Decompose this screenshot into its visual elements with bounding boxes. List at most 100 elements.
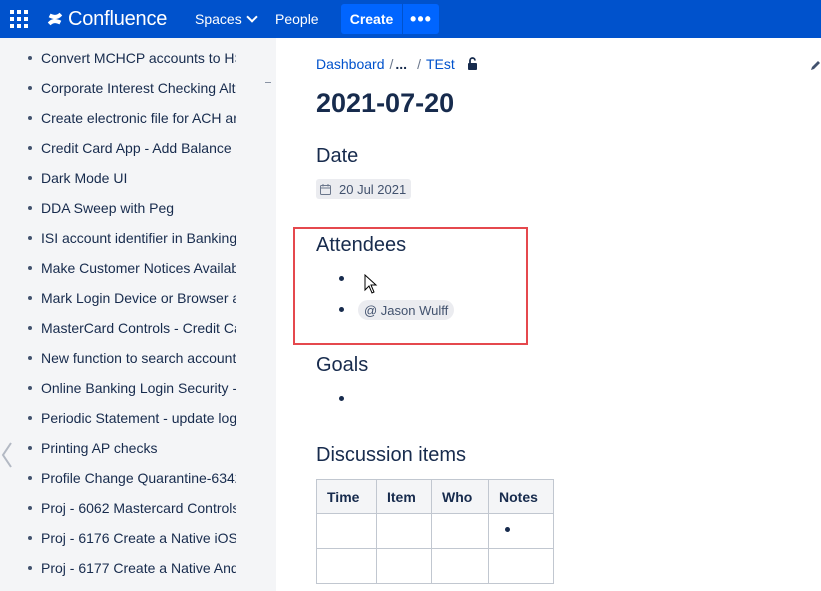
page-tree-item-label[interactable]: Dark Mode UI bbox=[41, 169, 236, 187]
page-tree-item-label[interactable]: Online Banking Login Security - bbox=[41, 379, 236, 397]
confluence-logo[interactable]: Confluence bbox=[46, 7, 167, 31]
page-tree-item[interactable]: Proj - 6177 Create a Native And bbox=[0, 559, 276, 589]
bullet-icon bbox=[28, 536, 32, 540]
page-tree-item-label[interactable]: Mark Login Device or Browser a bbox=[41, 289, 236, 307]
table-row bbox=[316, 513, 554, 549]
bullet-icon bbox=[28, 296, 32, 300]
page-tree-item[interactable]: MasterCard Controls - Credit Ca bbox=[0, 319, 276, 349]
bullet-icon bbox=[28, 476, 32, 480]
breadcrumb: Dashboard / ... / TEst bbox=[316, 56, 479, 72]
create-more-button[interactable]: ••• bbox=[403, 4, 439, 34]
page-tree-item[interactable]: Printing AP checks bbox=[0, 439, 276, 469]
goals-heading: Goals bbox=[316, 354, 369, 376]
page-tree-item[interactable]: Periodic Statement - update log bbox=[0, 409, 276, 439]
bullet-icon bbox=[28, 176, 32, 180]
page-tree-item[interactable]: Online Banking Login Security - bbox=[0, 379, 276, 409]
page-tree-item-label[interactable]: Create electronic file for ACH ar bbox=[41, 109, 236, 127]
page-tree-item-label[interactable]: Make Customer Notices Availab bbox=[41, 259, 236, 277]
goals-bullet[interactable] bbox=[339, 396, 344, 401]
page-tree-item[interactable]: Proj - 6062 Mastercard Controls bbox=[0, 499, 276, 529]
page-tree-item-label[interactable]: Proj - 6177 Create a Native And bbox=[41, 559, 236, 577]
breadcrumb-ellipsis[interactable]: ... bbox=[395, 56, 407, 72]
people-link[interactable]: People bbox=[275, 11, 319, 27]
page-tree-item-label[interactable]: Profile Change Quarantine-6342 bbox=[41, 469, 236, 487]
app-switcher-icon[interactable] bbox=[10, 10, 28, 28]
table-cell[interactable] bbox=[431, 548, 489, 584]
page-tree-item-label[interactable]: Convert MCHCP accounts to HS bbox=[41, 49, 236, 67]
table-cell[interactable] bbox=[431, 513, 489, 549]
page-tree-item[interactable]: Make Customer Notices Availab bbox=[0, 259, 276, 289]
page-tree-item-label[interactable]: Corporate Interest Checking Alt bbox=[41, 79, 236, 97]
date-heading: Date bbox=[316, 145, 359, 167]
page-tree-item[interactable]: Dark Mode UI bbox=[0, 169, 276, 199]
page-tree-item-label[interactable]: Periodic Statement - update log bbox=[41, 409, 236, 427]
discussion-table: Time Item Who Notes bbox=[316, 479, 554, 584]
bullet-icon bbox=[28, 326, 32, 330]
page-tree-list: Convert MCHCP accounts to HS Corporate I… bbox=[0, 49, 276, 589]
page-tree-item[interactable]: Mark Login Device or Browser a bbox=[0, 289, 276, 319]
bullet-icon bbox=[28, 206, 32, 210]
bullet-icon bbox=[28, 86, 32, 90]
breadcrumb-separator: / bbox=[389, 56, 394, 72]
sidebar-scroll-marker bbox=[265, 82, 271, 85]
page-tree-item[interactable]: New function to search account bbox=[0, 349, 276, 379]
bullet-icon bbox=[28, 386, 32, 390]
bullet-icon bbox=[28, 266, 32, 270]
page-content: Dashboard / ... / TEst 2021-07-20 Date 2… bbox=[276, 38, 821, 591]
page-tree-item[interactable]: Corporate Interest Checking Alt bbox=[0, 79, 276, 109]
table-cell[interactable] bbox=[488, 513, 554, 549]
page-tree-item[interactable]: Profile Change Quarantine-6342 bbox=[0, 469, 276, 499]
bullet-icon bbox=[28, 416, 32, 420]
page-tree-item-label[interactable]: MasterCard Controls - Credit Ca bbox=[41, 319, 236, 337]
table-header-time: Time bbox=[316, 479, 377, 514]
top-navigation-bar: Confluence Spaces People Create ••• bbox=[0, 0, 821, 38]
page-tree-item-label[interactable]: Proj - 6062 Mastercard Controls bbox=[41, 499, 236, 517]
page-tree-item-label[interactable]: DDA Sweep with Peg bbox=[41, 199, 236, 217]
page-tree-item-label[interactable]: Printing AP checks bbox=[41, 439, 236, 457]
breadcrumb-separator: / bbox=[417, 56, 421, 72]
calendar-icon bbox=[320, 183, 331, 195]
breadcrumb-test[interactable]: TEst bbox=[426, 56, 455, 72]
table-cell[interactable] bbox=[316, 513, 377, 549]
table-header-notes: Notes bbox=[488, 479, 554, 514]
discussion-heading: Discussion items bbox=[316, 444, 467, 466]
bullet-icon bbox=[28, 446, 32, 450]
table-header-who: Who bbox=[431, 479, 489, 514]
confluence-logo-icon bbox=[47, 12, 63, 26]
brand-name: Confluence bbox=[68, 7, 168, 30]
bullet-icon bbox=[28, 566, 32, 570]
table-cell[interactable] bbox=[376, 548, 432, 584]
bullet-icon bbox=[28, 236, 32, 240]
bullet-icon bbox=[28, 116, 32, 120]
notes-bullet bbox=[505, 527, 510, 532]
page-tree-item[interactable]: Credit Card App - Add Balance bbox=[0, 139, 276, 169]
page-tree-item-label[interactable]: New function to search account bbox=[41, 349, 236, 367]
table-header-row: Time Item Who Notes bbox=[316, 479, 554, 514]
date-lozenge[interactable]: 20 Jul 2021 bbox=[316, 179, 412, 199]
collapse-sidebar-icon[interactable] bbox=[0, 440, 14, 470]
page-tree-item[interactable]: ISI account identifier in Banking bbox=[0, 229, 276, 259]
table-cell[interactable] bbox=[316, 548, 377, 584]
spaces-menu[interactable]: Spaces bbox=[195, 11, 258, 27]
table-cell[interactable] bbox=[376, 513, 432, 549]
chevron-down-icon bbox=[246, 11, 258, 23]
breadcrumb-dashboard[interactable]: Dashboard bbox=[316, 56, 385, 72]
edit-pencil-icon[interactable] bbox=[809, 58, 821, 72]
table-row bbox=[316, 548, 554, 584]
page-tree-item[interactable]: DDA Sweep with Peg bbox=[0, 199, 276, 229]
table-cell[interactable] bbox=[488, 548, 554, 584]
page-title: 2021-07-20 bbox=[316, 88, 455, 118]
page-tree-item[interactable]: Convert MCHCP accounts to HS bbox=[0, 49, 276, 79]
create-button[interactable]: Create bbox=[341, 4, 402, 34]
unlock-icon[interactable] bbox=[465, 57, 479, 71]
page-tree-item[interactable]: Proj - 6176 Create a Native iOS bbox=[0, 529, 276, 559]
highlight-box bbox=[293, 227, 528, 345]
page-tree-item[interactable]: Create electronic file for ACH ar bbox=[0, 109, 276, 139]
spaces-label: Spaces bbox=[195, 11, 242, 27]
page-tree-item-label[interactable]: ISI account identifier in Banking bbox=[41, 229, 236, 247]
page-tree-item-label[interactable]: Proj - 6176 Create a Native iOS bbox=[41, 529, 236, 547]
page-tree-item-label[interactable]: Credit Card App - Add Balance bbox=[41, 139, 236, 157]
table-header-item: Item bbox=[376, 479, 432, 514]
bullet-icon bbox=[28, 356, 32, 360]
bullet-icon bbox=[28, 56, 32, 60]
